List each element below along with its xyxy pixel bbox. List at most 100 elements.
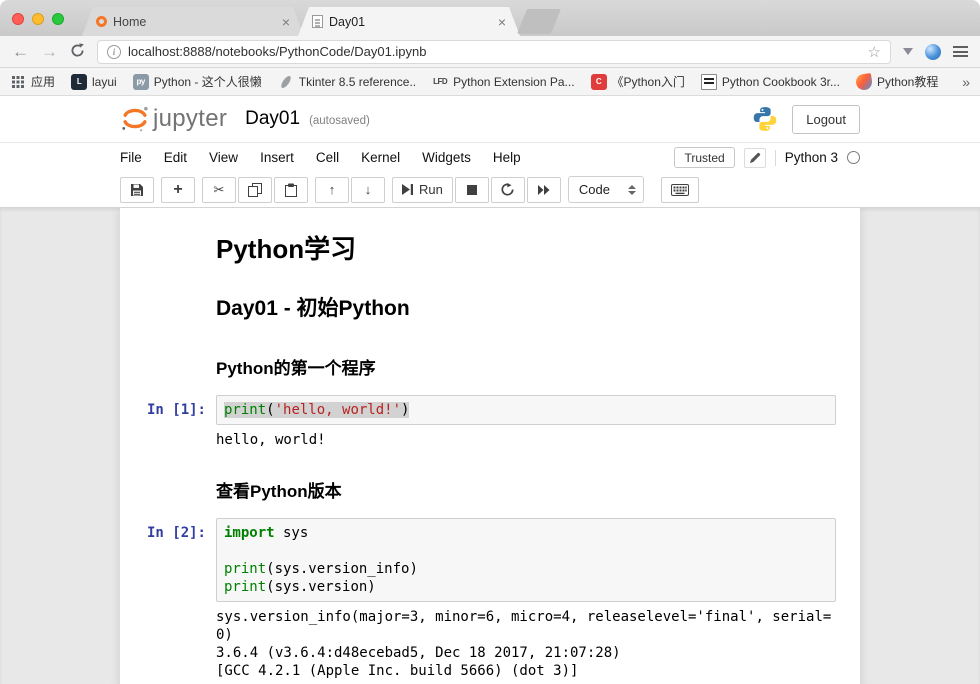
save-button[interactable] [120,177,154,203]
keyboard-icon [671,184,689,196]
address-toolbar: ← → i localhost:8888/notebooks/PythonCod… [0,36,980,68]
paste-icon [284,183,298,197]
tab-day01[interactable]: Day01 × [298,7,520,36]
menu-insert[interactable]: Insert [249,150,305,165]
markdown-cell[interactable]: Day01 - 初始Python [128,277,836,333]
trusted-badge: Trusted [674,147,734,168]
restart-run-all-button[interactable] [527,177,561,203]
plus-icon: + [173,182,182,198]
markdown-cell[interactable]: 查看Python版本 [128,456,836,513]
window-close-button[interactable] [12,13,24,25]
tab-title: Day01 [329,15,492,29]
feather-color-icon [855,73,873,90]
restart-icon [501,183,514,196]
bookmark-star-icon[interactable]: ☆ [868,43,881,61]
menu-file[interactable]: File [120,150,153,165]
bookmark-item[interactable]: Llayui [71,74,117,90]
menu-edit[interactable]: Edit [153,150,198,165]
menu-kernel[interactable]: Kernel [350,150,411,165]
bookmark-item[interactable]: 应用 [10,73,55,90]
run-label: Run [419,182,443,197]
address-bar[interactable]: i localhost:8888/notebooks/PythonCode/Da… [97,40,891,64]
tab-title: Home [113,15,276,29]
stop-icon [467,185,477,195]
markdown-cell[interactable]: Python的第一个程序 [128,333,836,390]
close-tab-icon[interactable]: × [498,15,506,29]
bookmark-item[interactable]: Tkinter 8.5 reference.. [278,74,416,90]
move-cell-up-button[interactable]: ↑ [315,177,349,203]
cell-type-select[interactable]: Code [568,176,644,203]
code-editor[interactable]: import sys print(sys.version_info)print(… [216,518,836,602]
copy-cell-button[interactable] [238,177,272,203]
input-prompt: In [2]: [128,518,216,542]
window-zoom-button[interactable] [52,13,64,25]
bookmarks-overflow-chevron[interactable]: » [954,74,970,90]
interrupt-kernel-button[interactable] [455,177,489,203]
run-cell-button[interactable]: Run [392,177,453,203]
window-titlebar: Home × Day01 × [0,0,980,36]
cut-cell-button[interactable]: ✂ [202,177,236,203]
edit-mode-pencil-icon [744,148,766,168]
code-cell[interactable]: In [1]:print('hello, world!')hello, worl… [128,390,836,456]
output-prompt-spacer [128,425,216,431]
move-cell-down-button[interactable]: ↓ [351,177,385,203]
add-cell-button[interactable]: + [161,177,195,203]
menu-help[interactable]: Help [482,150,532,165]
feather-gray-icon [278,74,294,90]
python-logo-icon [752,106,778,132]
browser-menu-icon[interactable] [953,46,968,57]
page-info-icon[interactable]: i [107,45,121,59]
prompt-spacer [128,461,216,508]
bookmark-label: 《Python入门 [612,73,685,90]
bookmark-item[interactable]: Python Cookbook 3r... [701,74,840,90]
menu-widgets[interactable]: Widgets [411,150,482,165]
paste-cell-button[interactable] [274,177,308,203]
reload-icon [70,43,85,58]
restart-kernel-button[interactable] [491,177,525,203]
dropdown-arrow-icon[interactable] [903,48,913,55]
close-tab-icon[interactable]: × [282,15,290,29]
markdown-content: 查看Python版本 [216,461,836,508]
menu-cell[interactable]: Cell [305,150,350,165]
kernel-name: Python 3 [785,150,838,165]
browser-window: Home × Day01 × ← → i localhost:8888/note… [0,0,980,684]
code-cell[interactable]: In [2]:import sys print(sys.version_info… [128,513,836,684]
code-text: print('hello, world!') [224,401,828,419]
tab-strip: Home × Day01 × [82,7,556,36]
bookmark-item[interactable]: C《Python入门 [591,73,685,90]
window-minimize-button[interactable] [32,13,44,25]
bookmark-label: layui [92,75,117,89]
jupyter-logo-icon [120,104,150,134]
jupyter-favicon-icon [96,16,107,27]
bookmark-item[interactable]: pyPython - 这个人很懒 [133,73,262,90]
reload-button[interactable] [70,43,85,61]
forward-button[interactable]: → [41,43,58,60]
logout-button[interactable]: Logout [792,105,860,134]
back-button[interactable]: ← [12,43,29,60]
menu-view[interactable]: View [198,150,249,165]
heading-h1: Python学习 [216,229,836,266]
jupyter-logo[interactable]: jupyter [120,104,227,134]
new-tab-button[interactable] [517,9,561,34]
bookmark-label: Python教程 [877,73,938,90]
heading-h2: Day01 - 初始Python [216,292,836,322]
cell-output: sys.version_info(major=3, minor=6, micro… [216,602,836,682]
code-editor[interactable]: print('hello, world!') [216,395,836,425]
globe-extension-icon[interactable] [925,44,941,60]
output-text: hello, world! [216,425,836,451]
heading-h3: Python的第一个程序 [216,354,836,379]
bookmark-item[interactable]: Python教程 [856,73,938,90]
markdown-content: Python的第一个程序 [216,338,836,385]
copy-icon [248,183,262,197]
output-prompt-spacer [128,602,216,608]
notebook-title[interactable]: Day01 [245,108,300,130]
tab-home[interactable]: Home × [82,7,304,36]
menu-list: FileEditViewInsertCellKernelWidgetsHelp [120,150,532,165]
bookmark-item[interactable]: LFDPython Extension Pa... [432,74,574,90]
bookmark-label: Python Extension Pa... [453,75,574,89]
command-palette-button[interactable] [661,177,699,203]
notebook-scroll-area[interactable]: Python学习 Day01 - 初始Python Python的第一个程序 In [… [0,208,980,684]
url-text[interactable]: localhost:8888/notebooks/PythonCode/Day0… [128,44,861,59]
markdown-cell[interactable]: Python学习 [128,216,836,277]
kernel-status-icon [847,151,860,164]
